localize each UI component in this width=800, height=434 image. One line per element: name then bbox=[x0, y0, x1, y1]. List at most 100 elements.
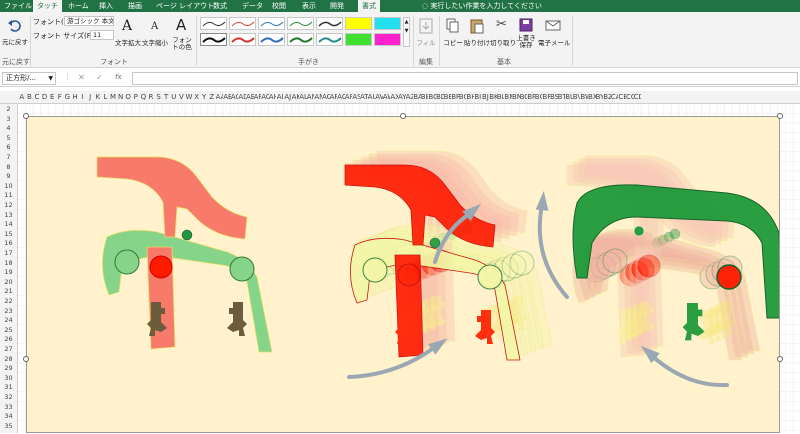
font-name-combo[interactable]: 游ゴシック 本文 bbox=[64, 16, 114, 26]
column-header[interactable]: CB bbox=[618, 93, 626, 101]
row-header[interactable]: 8 bbox=[0, 163, 17, 171]
column-header[interactable]: AZ bbox=[406, 93, 414, 101]
row-header[interactable]: 33 bbox=[0, 403, 17, 411]
row-header[interactable]: 5 bbox=[0, 134, 17, 142]
column-header[interactable]: BP bbox=[527, 93, 535, 101]
column-header[interactable]: BH bbox=[466, 93, 474, 101]
row-header[interactable]: 18 bbox=[0, 259, 17, 267]
column-header[interactable]: BK bbox=[489, 93, 497, 101]
column-header[interactable]: E bbox=[48, 93, 56, 101]
row-header[interactable]: 11 bbox=[0, 191, 17, 199]
column-header[interactable]: BX bbox=[588, 93, 596, 101]
column-header[interactable]: BL bbox=[497, 93, 505, 101]
tab-file[interactable]: ファイル bbox=[4, 0, 32, 12]
column-header[interactable]: AP bbox=[330, 93, 338, 101]
column-header[interactable]: O bbox=[124, 93, 132, 101]
column-header[interactable]: R bbox=[147, 93, 155, 101]
column-header[interactable]: L bbox=[102, 93, 110, 101]
row-header[interactable]: 15 bbox=[0, 230, 17, 238]
highlighter-yellow[interactable] bbox=[345, 17, 372, 30]
tab-home[interactable]: ホーム bbox=[68, 0, 89, 12]
resize-handle-ne[interactable] bbox=[777, 113, 783, 119]
resize-handle-n[interactable] bbox=[400, 113, 406, 119]
column-header[interactable]: AU bbox=[368, 93, 376, 101]
column-header[interactable]: G bbox=[64, 93, 72, 101]
column-header[interactable]: BN bbox=[512, 93, 520, 101]
pen-black-selected[interactable] bbox=[200, 33, 227, 46]
column-header[interactable]: AG bbox=[261, 93, 269, 101]
column-header[interactable]: S bbox=[155, 93, 163, 101]
pen-black-thick[interactable] bbox=[316, 17, 343, 30]
row-header[interactable]: 23 bbox=[0, 307, 17, 315]
column-header[interactable]: V bbox=[178, 93, 186, 101]
row-header[interactable]: 13 bbox=[0, 211, 17, 219]
name-box[interactable]: 正方形/... ▼ bbox=[2, 72, 56, 85]
column-header[interactable]: CD bbox=[634, 93, 642, 101]
tab-developer[interactable]: 開発 bbox=[330, 0, 344, 12]
save-button[interactable]: 上書き保存 bbox=[514, 16, 538, 56]
column-header[interactable]: BG bbox=[459, 93, 467, 101]
column-header[interactable]: BF bbox=[451, 93, 459, 101]
column-header[interactable]: AD bbox=[238, 93, 246, 101]
email-button[interactable]: 電子メール bbox=[538, 16, 571, 54]
copy-button[interactable]: コピー bbox=[442, 16, 464, 54]
paste-button[interactable]: 貼り付け bbox=[464, 16, 490, 54]
row-header[interactable]: 4 bbox=[0, 124, 17, 132]
row-header[interactable]: 35 bbox=[0, 422, 17, 430]
pen-green-thin[interactable] bbox=[287, 17, 314, 30]
highlighter-cyan[interactable] bbox=[374, 17, 401, 30]
tab-format[interactable]: 書式 bbox=[358, 0, 380, 12]
column-header[interactable]: N bbox=[117, 93, 125, 101]
column-header[interactable]: AT bbox=[360, 93, 368, 101]
column-header[interactable]: AV bbox=[375, 93, 383, 101]
column-header[interactable]: AI bbox=[276, 93, 284, 101]
column-header[interactable]: BT bbox=[558, 93, 566, 101]
column-header[interactable]: C bbox=[33, 93, 41, 101]
column-header[interactable]: AJ bbox=[284, 93, 292, 101]
row-header[interactable]: 30 bbox=[0, 374, 17, 382]
gallery-scroll[interactable]: ▲ ▼ bbox=[403, 17, 410, 47]
column-header[interactable]: AE bbox=[246, 93, 254, 101]
font-size-combo[interactable]: 11 bbox=[90, 30, 114, 40]
column-header[interactable]: AX bbox=[390, 93, 398, 101]
row-header[interactable]: 34 bbox=[0, 412, 17, 420]
column-header[interactable]: M bbox=[109, 93, 117, 101]
tab-view[interactable]: 表示 bbox=[302, 0, 316, 12]
row-header[interactable]: 21 bbox=[0, 287, 17, 295]
column-header[interactable]: J bbox=[86, 93, 94, 101]
column-header[interactable]: Z bbox=[208, 93, 216, 101]
column-header[interactable]: AK bbox=[292, 93, 300, 101]
column-header[interactable]: AH bbox=[269, 93, 277, 101]
column-header[interactable]: A bbox=[18, 93, 26, 101]
column-header[interactable]: Y bbox=[200, 93, 208, 101]
column-header[interactable]: U bbox=[170, 93, 178, 101]
column-header[interactable]: CA bbox=[611, 93, 619, 101]
column-header[interactable]: AO bbox=[322, 93, 330, 101]
column-header[interactable]: AR bbox=[345, 93, 353, 101]
column-header[interactable]: BZ bbox=[603, 93, 611, 101]
enlarge-font-button[interactable]: A 文字拡大 bbox=[115, 16, 141, 54]
column-header[interactable]: BE bbox=[444, 93, 452, 101]
column-header[interactable]: Q bbox=[140, 93, 148, 101]
formula-input[interactable] bbox=[132, 72, 798, 85]
highlighter-green[interactable] bbox=[345, 33, 372, 46]
column-header[interactable]: AM bbox=[307, 93, 315, 101]
row-header[interactable]: 14 bbox=[0, 220, 17, 228]
column-header[interactable]: X bbox=[193, 93, 201, 101]
row-header[interactable]: 10 bbox=[0, 182, 17, 190]
row-header[interactable]: 24 bbox=[0, 316, 17, 324]
column-header[interactable]: CC bbox=[626, 93, 634, 101]
row-header[interactable]: 19 bbox=[0, 268, 17, 276]
font-color-button[interactable]: A フォントの色 bbox=[170, 16, 194, 56]
column-header[interactable]: AN bbox=[314, 93, 322, 101]
row-header[interactable]: 12 bbox=[0, 201, 17, 209]
column-header[interactable]: AW bbox=[383, 93, 391, 101]
resize-handle-e[interactable] bbox=[777, 356, 783, 362]
column-header[interactable]: T bbox=[162, 93, 170, 101]
row-header[interactable]: 32 bbox=[0, 393, 17, 401]
shrink-font-button[interactable]: A 文字縮小 bbox=[142, 16, 168, 54]
row-header[interactable]: 9 bbox=[0, 172, 17, 180]
row-header[interactable]: 28 bbox=[0, 355, 17, 363]
tab-formulas[interactable]: 数式 bbox=[213, 0, 227, 12]
row-header[interactable]: 29 bbox=[0, 364, 17, 372]
